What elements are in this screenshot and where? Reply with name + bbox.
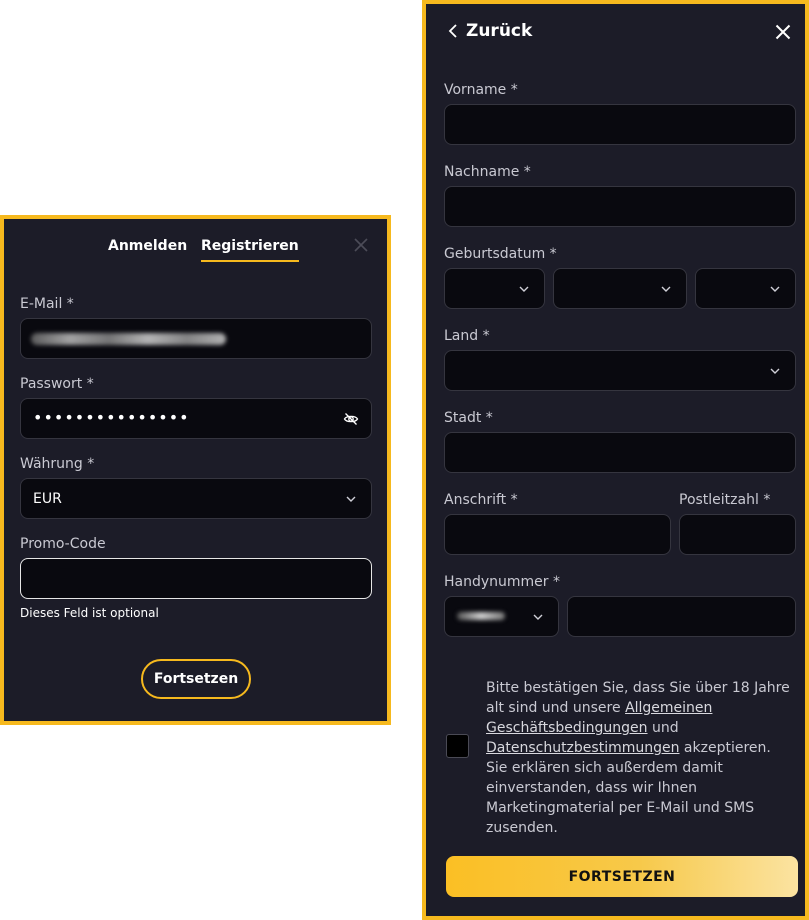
phone-label: Handynummer * — [444, 574, 560, 590]
chevron-down-icon — [518, 283, 530, 295]
terms-text-part: und — [647, 720, 679, 736]
last-name-label: Nachname * — [444, 164, 531, 180]
login-panel: Anmelden Registrieren E-Mail * Passwort … — [0, 215, 391, 725]
currency-select[interactable]: EUR — [20, 478, 372, 519]
phone-number-input[interactable] — [567, 596, 796, 637]
password-label: Passwort * — [20, 376, 94, 392]
promo-code-input[interactable] — [20, 558, 372, 599]
close-icon[interactable] — [775, 24, 791, 40]
tab-registrieren[interactable]: Registrieren — [201, 238, 299, 262]
chevron-left-icon — [448, 24, 457, 38]
email-field[interactable] — [20, 318, 372, 359]
password-value: ••••••••••••••• — [33, 408, 190, 427]
back-button[interactable]: Zurück — [448, 20, 532, 42]
currency-label: Währung * — [20, 456, 95, 472]
phone-country-code-select[interactable] — [444, 596, 559, 637]
submit-registration-button[interactable]: FORTSETZEN — [446, 856, 798, 897]
birth-month-select[interactable] — [553, 268, 687, 309]
chevron-down-icon — [660, 283, 672, 295]
address-input[interactable] — [444, 514, 671, 555]
last-name-input[interactable] — [444, 186, 796, 227]
city-input[interactable] — [444, 432, 796, 473]
birthdate-label: Geburtsdatum * — [444, 246, 557, 262]
password-field[interactable]: ••••••••••••••• — [20, 398, 372, 439]
currency-value: EUR — [33, 491, 62, 507]
registration-panel: Zurück Vorname * Nachname * Geburtsdatum… — [422, 0, 809, 920]
chevron-down-icon — [345, 493, 357, 505]
birth-year-select[interactable] — [695, 268, 796, 309]
privacy-link[interactable]: Datenschutzbestimmungen — [486, 740, 679, 756]
chevron-down-icon — [769, 283, 781, 295]
eye-off-icon[interactable] — [343, 411, 359, 427]
promo-label: Promo-Code — [20, 536, 106, 552]
continue-button[interactable]: Fortsetzen — [141, 659, 251, 699]
country-select[interactable] — [444, 350, 796, 391]
birth-day-select[interactable] — [444, 268, 545, 309]
terms-text: Bitte bestätigen Sie, dass Sie über 18 J… — [486, 678, 796, 838]
back-label: Zurück — [466, 21, 533, 41]
chevron-down-icon — [532, 611, 544, 623]
postcode-input[interactable] — [679, 514, 796, 555]
first-name-label: Vorname * — [444, 82, 518, 98]
close-icon[interactable] — [353, 237, 369, 253]
postcode-label: Postleitzahl * — [679, 492, 771, 508]
first-name-input[interactable] — [444, 104, 796, 145]
email-label: E-Mail * — [20, 296, 74, 312]
promo-hint: Dieses Feld ist optional — [20, 606, 159, 620]
country-label: Land * — [444, 328, 490, 344]
chevron-down-icon — [769, 365, 781, 377]
address-label: Anschrift * — [444, 492, 518, 508]
terms-checkbox[interactable] — [446, 734, 469, 758]
country-code-blurred — [457, 612, 505, 620]
tab-anmelden[interactable]: Anmelden — [108, 238, 187, 254]
city-label: Stadt * — [444, 410, 493, 426]
email-value-blurred — [31, 333, 226, 345]
